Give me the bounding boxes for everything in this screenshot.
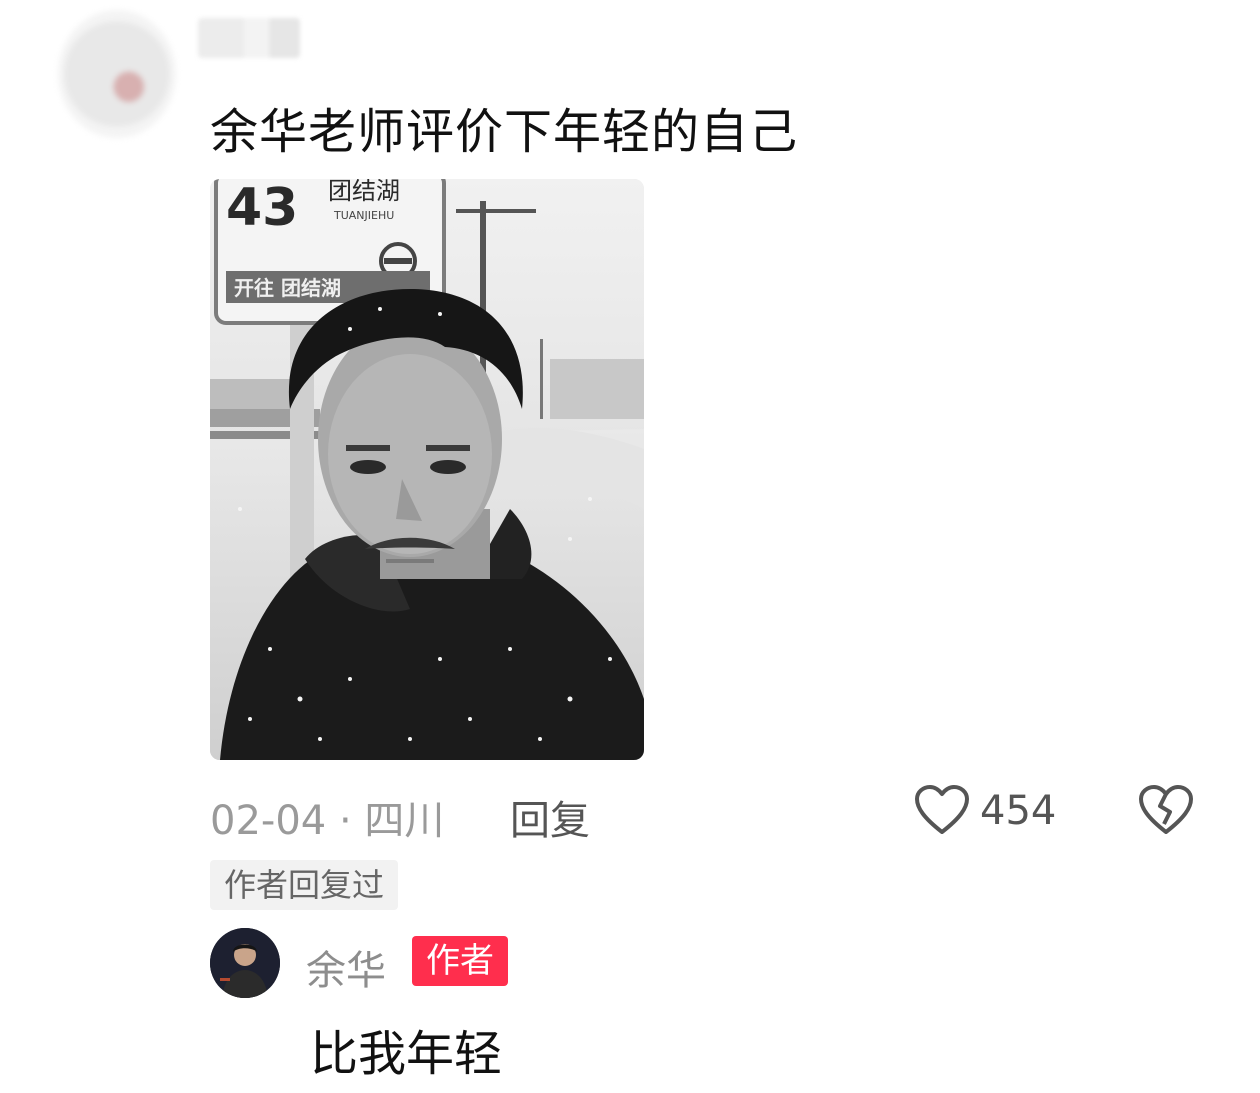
- reply-author-name[interactable]: 余华: [306, 938, 386, 996]
- commenter-name-blurred[interactable]: [198, 18, 300, 58]
- author-replied-tag[interactable]: 作者回复过: [210, 860, 399, 910]
- photo-illustration: 43 团结湖 TUANJIEHU 开往 团结湖: [210, 179, 644, 760]
- comment-location: 四川: [364, 798, 445, 844]
- like-count: 454: [980, 788, 1057, 834]
- commenter-avatar-blurred[interactable]: [58, 10, 176, 138]
- comment-date: 02-04: [210, 798, 327, 844]
- sign-number: 43: [226, 179, 298, 238]
- meta-separator: ·: [338, 798, 352, 844]
- heart-outline-icon[interactable]: [914, 784, 970, 836]
- comment-text: 余华老师评价下年轻的自己: [210, 104, 799, 160]
- comment-photo[interactable]: 43 团结湖 TUANJIEHU 开往 团结湖: [210, 179, 644, 760]
- author-badge: 作者: [412, 936, 508, 986]
- broken-heart-icon[interactable]: [1138, 784, 1194, 836]
- author-avatar[interactable]: [210, 928, 280, 998]
- comment-meta: 02-04 · 四川: [210, 788, 444, 846]
- reply-button[interactable]: 回复: [510, 788, 590, 846]
- reply-text: 比我年轻: [310, 1026, 503, 1082]
- author-avatar-image: [210, 928, 280, 998]
- sign-pinyin: TUANJIEHU: [333, 209, 394, 222]
- sign-direction: 开往 团结湖: [234, 276, 341, 300]
- sign-station: 团结湖: [328, 179, 400, 205]
